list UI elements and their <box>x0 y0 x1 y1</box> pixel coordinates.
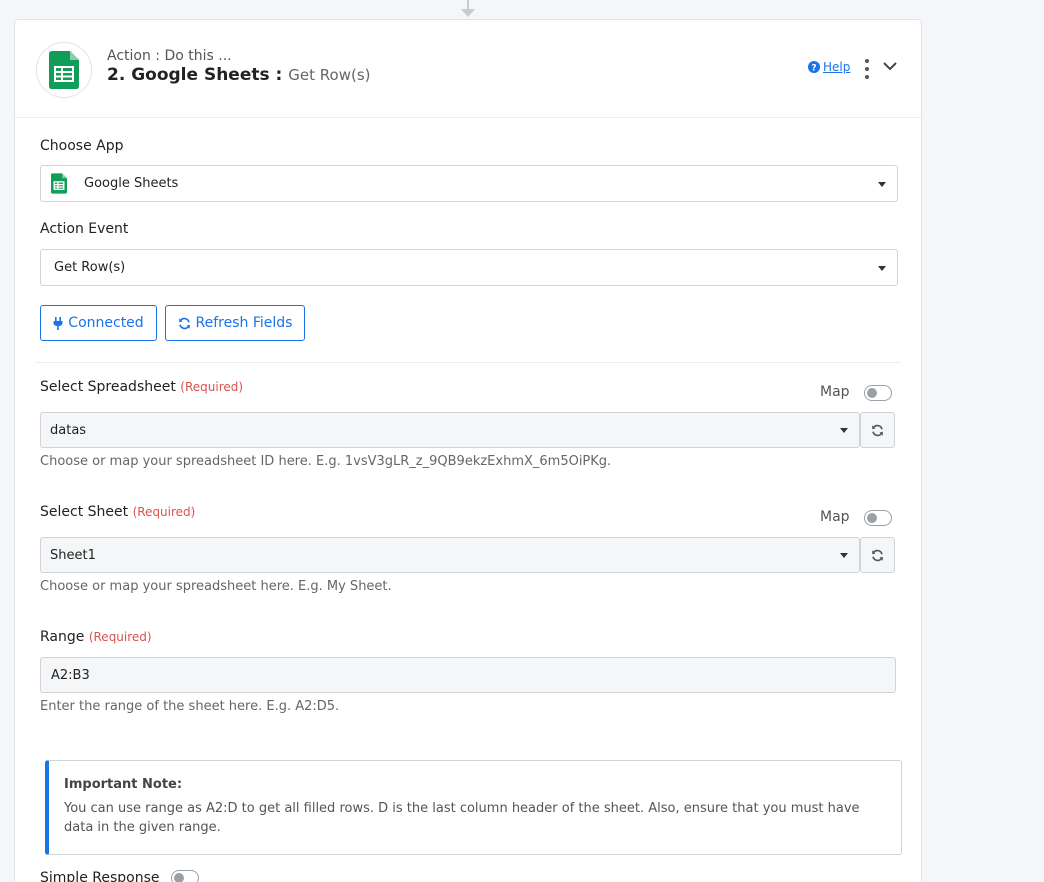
required-marker: (Required) <box>132 505 196 519</box>
important-note: Important Note: You can use range as A2:… <box>45 760 902 855</box>
refresh-icon <box>872 549 883 561</box>
plug-icon <box>53 316 63 330</box>
question-circle-icon: ? <box>808 61 820 73</box>
step-subtitle: Action : Do this ... <box>107 48 232 64</box>
sheet-map-label: Map <box>820 509 850 525</box>
step-title-event: Get Row(s) <box>288 66 371 84</box>
sheet-refresh-button[interactable] <box>860 537 895 573</box>
dropdown-caret-icon <box>878 265 886 271</box>
refresh-fields-button-label: Refresh Fields <box>195 315 293 331</box>
action-event-label: Action Event <box>40 221 129 237</box>
dropdown-caret-icon <box>840 553 848 558</box>
range-help-text: Enter the range of the sheet here. E.g. … <box>40 699 340 714</box>
connected-button-label: Connected <box>68 315 144 331</box>
spreadsheet-help-text: Choose or map your spreadsheet ID here. … <box>40 454 612 469</box>
range-label-text: Range <box>40 629 85 645</box>
sheet-select[interactable]: Sheet1 <box>40 537 860 573</box>
google-sheets-icon <box>51 173 67 194</box>
note-body: You can use range as A2:D to get all fil… <box>64 801 860 835</box>
sheet-label: Select Sheet (Required) <box>40 504 195 520</box>
google-sheets-icon <box>49 51 79 89</box>
section-divider <box>35 362 901 363</box>
dropdown-caret-icon <box>878 181 886 187</box>
required-marker: (Required) <box>88 630 152 644</box>
action-event-select[interactable]: Get Row(s) <box>40 249 898 286</box>
flow-connector-arrow-icon <box>461 9 475 17</box>
required-marker: (Required) <box>180 380 244 394</box>
note-title: Important Note: <box>64 777 183 792</box>
sheet-label-text: Select Sheet <box>40 504 129 520</box>
choose-app-label: Choose App <box>40 138 124 154</box>
choose-app-select[interactable]: Google Sheets <box>40 165 898 202</box>
sheet-help-text: Choose or map your spreadsheet here. E.g… <box>40 579 392 594</box>
help-link-wrap[interactable]: ? Help <box>808 60 850 74</box>
dropdown-caret-icon <box>840 428 848 433</box>
sheet-value: Sheet1 <box>50 547 96 563</box>
spreadsheet-label-text: Select Spreadsheet <box>40 379 176 395</box>
more-options-icon[interactable] <box>863 59 871 79</box>
spreadsheet-refresh-button[interactable] <box>860 412 895 448</box>
range-value: A2:B3 <box>51 667 90 683</box>
refresh-fields-button[interactable]: Refresh Fields <box>165 305 305 341</box>
svg-text:?: ? <box>811 64 816 74</box>
app-badge <box>36 42 92 98</box>
spreadsheet-label: Select Spreadsheet (Required) <box>40 379 243 395</box>
spreadsheet-select[interactable]: datas <box>40 412 860 448</box>
spreadsheet-value: datas <box>50 422 87 438</box>
sheet-map-toggle[interactable] <box>864 510 892 526</box>
choose-app-value: Google Sheets <box>84 176 179 191</box>
refresh-icon <box>872 424 883 436</box>
step-title: 2. Google Sheets : Get Row(s) <box>107 65 370 85</box>
connected-button[interactable]: Connected <box>40 305 157 341</box>
refresh-icon <box>178 317 190 329</box>
range-label: Range (Required) <box>40 629 152 645</box>
step-title-app: 2. Google Sheets : <box>107 65 283 85</box>
action-step-card: Action : Do this ... 2. Google Sheets : … <box>14 19 922 882</box>
help-link[interactable]: Help <box>823 60 850 74</box>
chevron-down-icon[interactable] <box>882 58 898 74</box>
spreadsheet-map-label: Map <box>820 384 850 400</box>
simple-response-label: Simple Response <box>40 870 160 882</box>
action-event-value: Get Row(s) <box>54 260 126 275</box>
simple-response-toggle[interactable] <box>171 870 199 882</box>
range-input[interactable]: A2:B3 <box>40 657 896 693</box>
spreadsheet-map-toggle[interactable] <box>864 385 892 401</box>
step-header[interactable]: Action : Do this ... 2. Google Sheets : … <box>15 20 921 118</box>
